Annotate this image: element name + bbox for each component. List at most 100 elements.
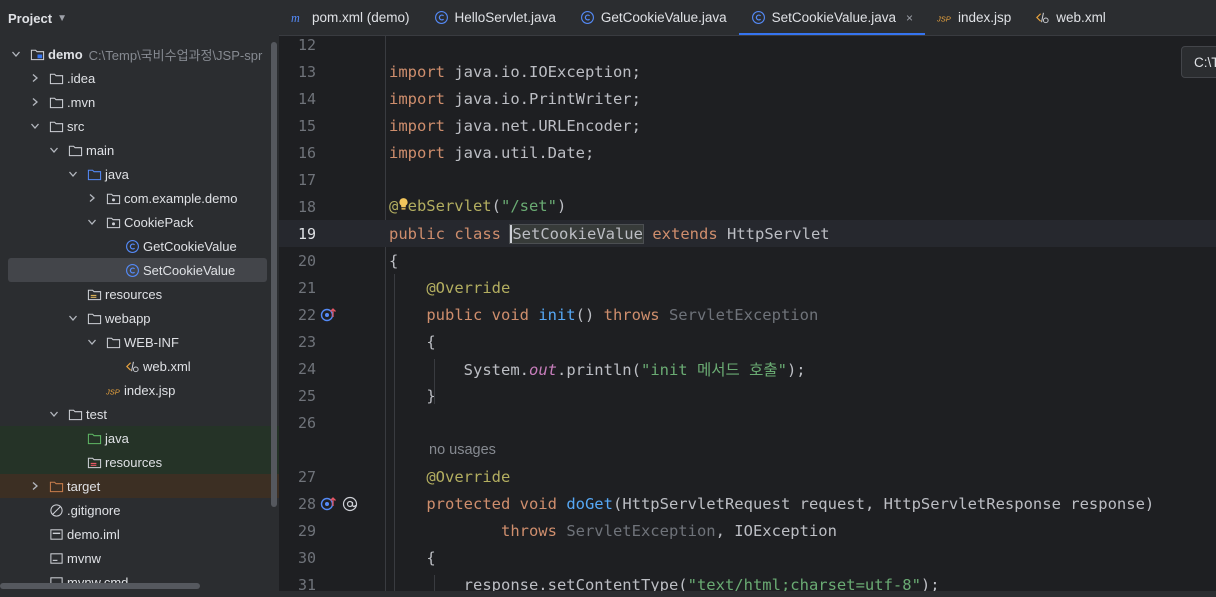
code-line[interactable]: 17 xyxy=(279,166,1216,193)
chevron-down-icon[interactable] xyxy=(67,312,79,324)
chevron-down-icon[interactable] xyxy=(48,408,60,420)
line-number[interactable]: 20 xyxy=(279,252,316,270)
tree-item-path: C:\Temp\국비수업과정\JSP-spr xyxy=(88,47,263,63)
chevron-down-icon[interactable] xyxy=(10,48,22,60)
tree-item-label: CookiePack xyxy=(124,214,194,230)
code-line[interactable]: 25 } xyxy=(279,382,1216,409)
tree-item[interactable]: test xyxy=(0,402,279,426)
code-line[interactable]: no usages xyxy=(279,436,1216,463)
line-number[interactable]: 28 xyxy=(279,495,316,513)
code-line[interactable]: 21 @Override xyxy=(279,274,1216,301)
current-code-line[interactable]: 19 public class SetCookieValue extends Ht… xyxy=(279,220,1216,247)
code-line[interactable]: 15 import java.net.URLEncoder; xyxy=(279,112,1216,139)
tree-item[interactable]: WEB-INF xyxy=(0,330,279,354)
tree-vertical-scrollbar[interactable] xyxy=(271,42,277,507)
chevron-right-icon[interactable] xyxy=(29,96,41,108)
override-icon[interactable] xyxy=(320,307,338,323)
chevron-right-icon[interactable] xyxy=(86,192,98,204)
line-number[interactable]: 15 xyxy=(279,117,316,135)
editor-tab[interactable]: SetCookieValue.java × xyxy=(738,0,926,35)
tree-item[interactable]: GetCookieValue xyxy=(0,234,279,258)
code-line[interactable]: 20 { xyxy=(279,247,1216,274)
code-line[interactable]: 16 import java.util.Date; xyxy=(279,139,1216,166)
project-view-selector[interactable]: Project ▼ xyxy=(0,0,279,36)
tree-item[interactable]: java xyxy=(0,426,279,450)
tree-item[interactable]: webapp xyxy=(0,306,279,330)
code-line[interactable]: 24 System.out.println("init 메서드 호출"); xyxy=(279,355,1216,382)
code-line[interactable]: 12 xyxy=(279,36,1216,58)
code-line[interactable]: 26 xyxy=(279,409,1216,436)
tree-item[interactable]: java xyxy=(0,162,279,186)
chevron-down-icon[interactable] xyxy=(86,216,98,228)
horizontal-scrollbar-track[interactable] xyxy=(0,591,1216,597)
tree-horizontal-scrollbar[interactable] xyxy=(0,583,200,589)
code-editor[interactable]: 12 13 import java.io.IOException; 14 import … xyxy=(279,36,1216,597)
test-folder-icon xyxy=(86,430,102,446)
tree-item[interactable]: main xyxy=(0,138,279,162)
tree-item[interactable]: demo C:\Temp\국비수업과정\JSP-spr xyxy=(0,42,279,66)
tree-item[interactable]: .gitignore xyxy=(0,498,279,522)
line-number[interactable]: 24 xyxy=(279,360,316,378)
line-number[interactable]: 30 xyxy=(279,549,316,567)
chevron-down-icon[interactable] xyxy=(48,144,60,156)
tree-item-label: mvnw xyxy=(67,550,101,566)
editor-tab[interactable]: web.xml xyxy=(1023,0,1118,35)
tree-item[interactable]: src xyxy=(0,114,279,138)
tree-item[interactable]: web.xml xyxy=(0,354,279,378)
tree-item[interactable]: com.example.demo xyxy=(0,186,279,210)
line-number[interactable]: 19 xyxy=(279,225,316,243)
chevron-down-icon[interactable] xyxy=(29,120,41,132)
line-number[interactable]: 12 xyxy=(279,36,316,54)
line-number[interactable]: 26 xyxy=(279,414,316,432)
tree-item[interactable]: SetCookieValue xyxy=(0,258,279,282)
editor-tab[interactable]: JSP index.jsp xyxy=(925,0,1023,35)
tree-item[interactable]: CookiePack xyxy=(0,210,279,234)
line-number[interactable]: 27 xyxy=(279,468,316,486)
tree-item-label: src xyxy=(67,118,85,134)
code-line[interactable]: 28 protected void doGet(HttpServletReque… xyxy=(279,490,1216,517)
line-number[interactable]: 23 xyxy=(279,333,316,351)
tree-item[interactable]: resources xyxy=(0,450,279,474)
line-number[interactable]: 22 xyxy=(279,306,316,324)
tree-item[interactable]: target xyxy=(0,474,279,498)
tree-item[interactable]: JSP index.jsp xyxy=(0,378,279,402)
line-number[interactable]: 13 xyxy=(279,63,316,81)
tree-item[interactable]: .idea xyxy=(0,66,279,90)
code-line[interactable]: 22 public void init() throws ServletExce… xyxy=(279,301,1216,328)
code-line[interactable]: 14 import java.io.PrintWriter; xyxy=(279,85,1216,112)
code-line[interactable]: 18 @ ebServlet("/set") xyxy=(279,193,1216,220)
tree-item[interactable]: resources xyxy=(0,282,279,306)
editor-tab[interactable]: GetCookieValue.java xyxy=(568,0,739,35)
tree-item[interactable]: .mvn xyxy=(0,90,279,114)
code-line[interactable]: 29 throws ServletException, IOException xyxy=(279,517,1216,544)
line-number[interactable]: 25 xyxy=(279,387,316,405)
close-icon[interactable]: × xyxy=(906,11,913,25)
line-number[interactable]: 29 xyxy=(279,522,316,540)
code-line[interactable]: 27 @Override xyxy=(279,463,1216,490)
code-line[interactable]: 30 { xyxy=(279,544,1216,571)
tree-item[interactable]: demo.iml xyxy=(0,522,279,546)
code-token: ) xyxy=(556,197,567,215)
override-icon[interactable] xyxy=(320,496,338,512)
chevron-down-icon[interactable] xyxy=(67,168,79,180)
chevron-down-icon[interactable] xyxy=(86,336,98,348)
chevron-right-icon[interactable] xyxy=(29,72,41,84)
editor-tab[interactable]: m pom.xml (demo) xyxy=(279,0,422,35)
usages-inlay-hint[interactable]: no usages xyxy=(429,442,496,458)
code-line[interactable]: 23 { xyxy=(279,328,1216,355)
bulb-icon[interactable] xyxy=(398,197,408,216)
at-icon[interactable] xyxy=(342,496,358,512)
line-number[interactable]: 14 xyxy=(279,90,316,108)
iml-file-icon xyxy=(48,526,64,542)
chevron-right-icon[interactable] xyxy=(29,480,41,492)
code-line[interactable]: 13 import java.io.IOException; xyxy=(279,58,1216,85)
line-number[interactable]: 18 xyxy=(279,198,316,216)
line-number[interactable]: 21 xyxy=(279,279,316,297)
tree-item[interactable]: mvnw xyxy=(0,546,279,570)
code-text: @Override xyxy=(389,468,510,486)
line-number[interactable]: 16 xyxy=(279,144,316,162)
line-number[interactable]: 17 xyxy=(279,171,316,189)
editor-tab[interactable]: HelloServlet.java xyxy=(422,0,568,35)
tree-item-label: com.example.demo xyxy=(124,190,238,206)
